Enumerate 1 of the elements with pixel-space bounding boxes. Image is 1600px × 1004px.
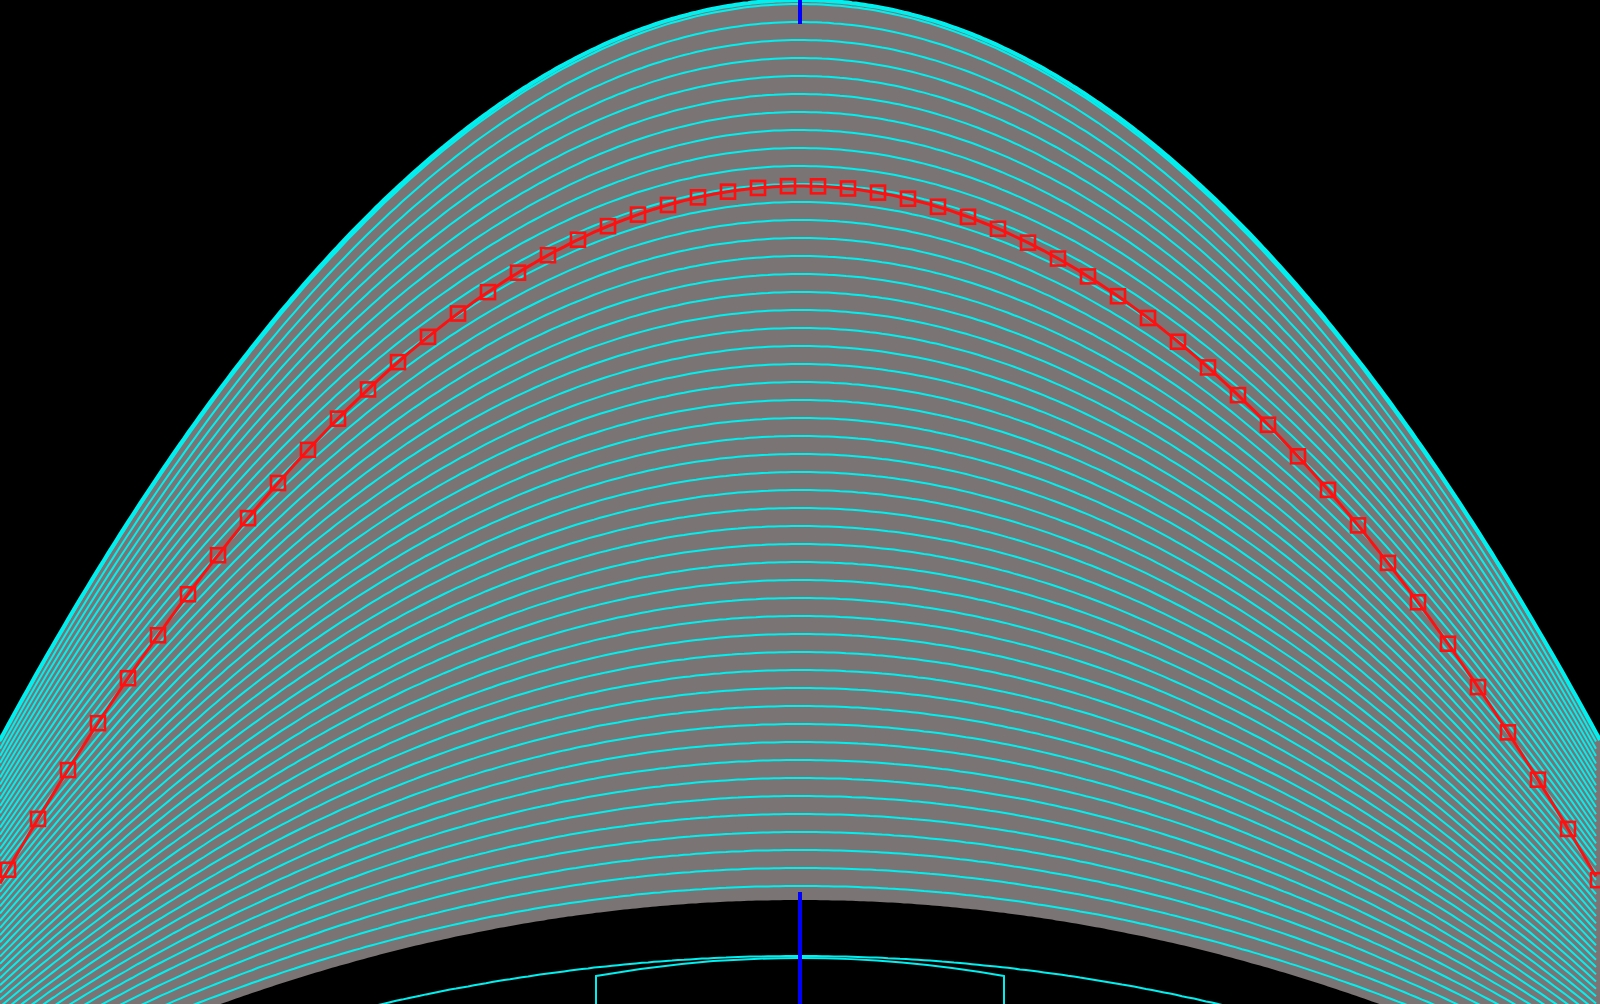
axis-tick (798, 0, 802, 24)
